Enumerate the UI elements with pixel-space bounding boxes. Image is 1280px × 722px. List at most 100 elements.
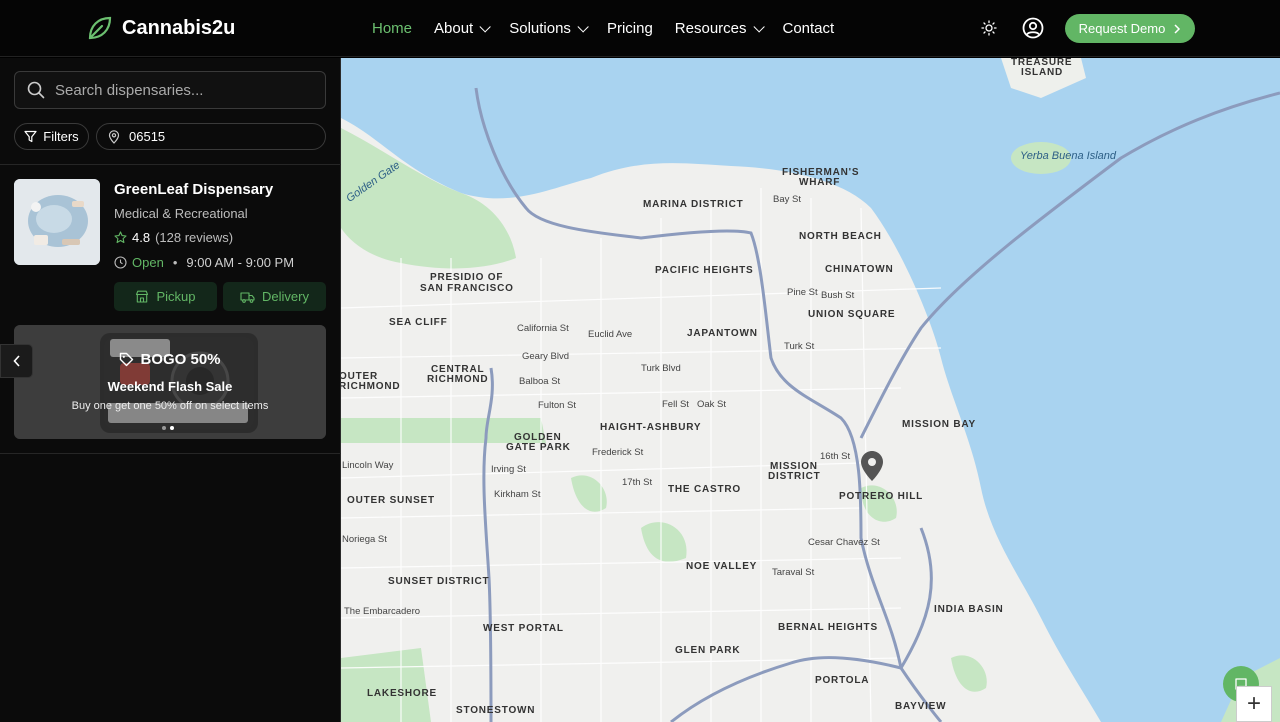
rating-value: 4.8 [132, 230, 151, 245]
map-label: JAPANTOWN [687, 328, 758, 339]
delivery-label: Delivery [262, 289, 309, 304]
map-label: THE CASTRO [668, 484, 741, 495]
pickup-label: Pickup [156, 289, 196, 304]
street-label: Turk St [784, 341, 815, 352]
nav-solutions[interactable]: Solutions [509, 20, 589, 37]
map-label: LAKESHORE [367, 688, 437, 699]
delivery-button[interactable]: Delivery [223, 282, 326, 311]
store-icon [136, 290, 149, 303]
street-label: Frederick St [592, 447, 644, 458]
request-demo-label: Request Demo [1078, 21, 1166, 36]
map-label: SAN FRANCISCO [420, 283, 514, 294]
map-label: HAIGHT-ASHBURY [600, 422, 702, 433]
open-status: Open [132, 255, 164, 270]
divider [0, 453, 341, 454]
map-label: CHINATOWN [825, 264, 894, 275]
brand-name: Cannabis2u [122, 16, 236, 39]
star-icon [114, 231, 127, 244]
map-label: PRESIDIO OF [430, 272, 504, 283]
map-label: MARINA DISTRICT [643, 199, 744, 210]
hours-row: Open • 9:00 AM - 9:00 PM [114, 255, 294, 270]
map-label: SUNSET DISTRICT [388, 576, 490, 587]
filters-label: Filters [43, 129, 79, 144]
map-label: STONESTOWN [456, 705, 536, 716]
map-label: NORTH BEACH [799, 231, 882, 242]
promo-title-row: BOGO 50% [14, 351, 326, 368]
street-label: 16th St [820, 451, 851, 462]
map-view[interactable]: TREASURE ISLAND Yerba Buena Island Golde… [341, 58, 1280, 722]
clock-icon [114, 256, 127, 269]
nav-home-label: Home [372, 20, 413, 37]
nav-about-label: About [434, 20, 474, 37]
carousel-indicators [162, 426, 174, 430]
truck-icon [240, 291, 255, 303]
promo-banner[interactable]: BOGO 50% Weekend Flash Sale Buy one get … [14, 325, 326, 439]
carousel-prev-button[interactable] [0, 344, 33, 378]
street-label: Fulton St [538, 400, 577, 411]
map-water-label: Yerba Buena Island [1020, 150, 1117, 162]
request-demo-button[interactable]: Request Demo [1065, 14, 1195, 43]
nav-home[interactable]: Home [372, 20, 412, 37]
map-label: WHARF [799, 177, 841, 188]
main-nav: Home About Solutions Pricing Resources C… [372, 0, 834, 57]
street-label: Balboa St [519, 376, 561, 387]
search-icon [27, 81, 45, 99]
opening-hours: 9:00 AM - 9:00 PM [186, 255, 295, 270]
sun-icon[interactable] [981, 20, 997, 36]
map-label: DISTRICT [768, 471, 821, 482]
location-field[interactable]: 06515 [96, 123, 326, 150]
map-label: OUTER SUNSET [347, 495, 435, 506]
street-label: 17th St [622, 477, 653, 488]
street-label: Fell St [662, 399, 689, 410]
chevron-right-icon [1174, 23, 1181, 34]
map-label: WEST PORTAL [483, 623, 564, 634]
map-label: PACIFIC HEIGHTS [655, 265, 754, 276]
search-input[interactable] [55, 81, 315, 99]
nav-solutions-label: Solutions [509, 20, 571, 37]
filters-button[interactable]: Filters [14, 123, 89, 150]
street-label: Irving St [491, 464, 526, 475]
rating-row: 4.8 (128 reviews) [114, 230, 233, 245]
location-value: 06515 [129, 129, 166, 144]
map-label: GATE PARK [506, 442, 571, 453]
dispensary-name[interactable]: GreenLeaf Dispensary [114, 181, 273, 198]
nav-resources-label: Resources [674, 20, 747, 37]
filter-icon [24, 130, 37, 143]
street-label: Kirkham St [494, 489, 541, 500]
user-circle-icon[interactable] [1022, 17, 1044, 39]
map-label: POTRERO HILL [839, 491, 924, 502]
street-label: Taraval St [772, 567, 815, 578]
nav-contact-label: Contact [782, 20, 835, 37]
nav-pricing[interactable]: Pricing [607, 20, 653, 37]
divider [0, 164, 341, 165]
map-label: RICHMOND [341, 381, 401, 392]
map-label: RICHMOND [427, 374, 489, 385]
zoom-in-button[interactable]: + [1236, 686, 1272, 722]
carousel-dot[interactable] [162, 426, 166, 430]
carousel-dot-active[interactable] [170, 426, 174, 430]
map-label: INDIA BASIN [934, 604, 1004, 615]
pickup-button[interactable]: Pickup [114, 282, 217, 311]
street-label: Bay St [773, 194, 801, 205]
street-label: Geary Blvd [522, 351, 569, 362]
street-label: Noriega St [342, 534, 387, 545]
chevron-down-icon [752, 20, 765, 33]
street-label: Cesar Chavez St [808, 537, 880, 548]
dispensary-sidebar: Filters 06515 GreenLeaf Dispensary Medic… [0, 58, 341, 722]
map-label: PORTOLA [815, 675, 870, 686]
brand-logo[interactable]: Cannabis2u [86, 14, 235, 42]
promo-title: BOGO 50% [140, 351, 221, 368]
nav-pricing-label: Pricing [606, 20, 653, 37]
nav-contact[interactable]: Contact [783, 20, 835, 37]
map-pin-icon [108, 129, 120, 144]
dispensary-thumbnail[interactable] [14, 179, 100, 265]
chevron-down-icon [577, 20, 589, 33]
nav-about[interactable]: About [434, 20, 491, 37]
nav-resources[interactable]: Resources [674, 20, 765, 37]
chevron-left-icon [12, 355, 20, 367]
search-box[interactable] [14, 71, 326, 109]
top-navigation-bar: Cannabis2u Home About Solutions Pricing … [0, 0, 1280, 57]
street-label: Bush St [821, 290, 855, 301]
map-label: SEA CLIFF [389, 317, 448, 328]
tag-icon [120, 352, 134, 367]
